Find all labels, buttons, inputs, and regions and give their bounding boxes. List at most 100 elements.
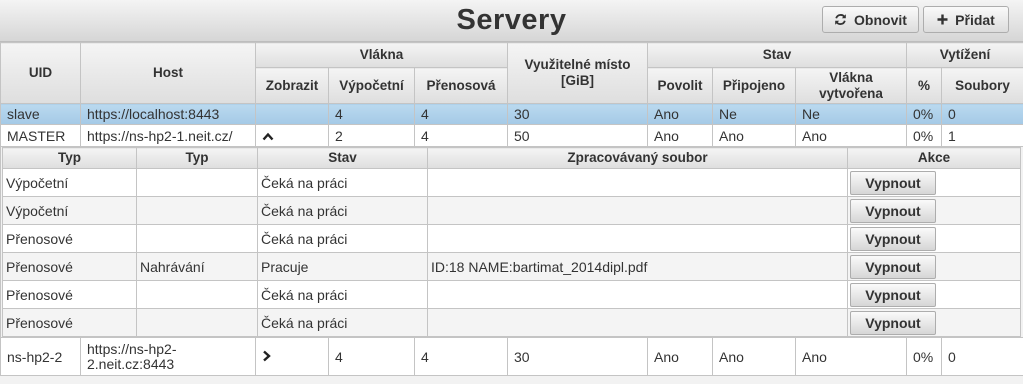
server-connected: Ano bbox=[712, 124, 796, 147]
server-compute: 2 bbox=[328, 124, 415, 147]
thread-file bbox=[427, 280, 848, 309]
title-bar: Servery Obnovit Přidat bbox=[0, 0, 1023, 42]
server-transfer: 4 bbox=[414, 124, 508, 147]
col-uid[interactable]: UID bbox=[0, 42, 81, 104]
thread-row: Přenosové Čeká na práci Vypnout bbox=[2, 224, 1021, 253]
server-allow: Ano bbox=[647, 124, 713, 147]
refresh-button[interactable]: Obnovit bbox=[822, 6, 919, 33]
stop-thread-button[interactable]: Vypnout bbox=[850, 198, 936, 223]
col-thread-state[interactable]: Stav bbox=[257, 147, 428, 169]
thread-state: Pracuje bbox=[257, 252, 428, 281]
col-threads-created[interactable]: Vlákna vytvořena bbox=[795, 67, 907, 104]
server-load-files: 0 bbox=[940, 103, 1023, 125]
server-host: https://ns-hp2-1.neit.cz/ bbox=[80, 124, 256, 147]
col-load-files[interactable]: Soubory bbox=[940, 67, 1023, 104]
col-thread-action[interactable]: Akce bbox=[847, 147, 1021, 169]
server-compute: 4 bbox=[328, 103, 415, 125]
server-load-pct: 0% bbox=[906, 124, 942, 147]
thread-subtype bbox=[136, 224, 258, 253]
thread-state: Čeká na práci bbox=[257, 168, 428, 197]
thread-type: Výpočetní bbox=[2, 196, 137, 225]
thread-type: Přenosové bbox=[2, 252, 137, 281]
thread-action: Vypnout bbox=[847, 252, 1021, 281]
server-load-files: 1 bbox=[940, 124, 1023, 147]
col-group-threads: Vlákna bbox=[255, 42, 508, 68]
server-connected: Ne bbox=[712, 103, 796, 125]
col-compute[interactable]: Výpočetní bbox=[328, 67, 415, 104]
thread-type: Přenosové bbox=[2, 224, 137, 253]
thread-state: Čeká na práci bbox=[257, 196, 428, 225]
server-toggle[interactable] bbox=[255, 124, 329, 147]
thread-file bbox=[427, 168, 848, 197]
col-group-state: Stav bbox=[647, 42, 907, 68]
server-threads-created: Ano bbox=[795, 337, 907, 376]
thread-action: Vypnout bbox=[847, 280, 1021, 309]
server-load-files: 0 bbox=[940, 337, 1023, 376]
server-host: https://ns-hp2-2.neit.cz:8443 bbox=[80, 337, 256, 376]
server-row[interactable]: MASTER https://ns-hp2-1.neit.cz/ 2 4 50 … bbox=[0, 124, 1023, 147]
thread-subtype bbox=[136, 168, 258, 197]
col-group-load: Vytížení bbox=[905, 42, 1023, 68]
thread-row: Přenosové Čeká na práci Vypnout bbox=[2, 308, 1021, 337]
col-connected[interactable]: Připojeno bbox=[712, 67, 796, 104]
thread-type: Přenosové bbox=[2, 280, 137, 309]
server-host: https://localhost:8443 bbox=[80, 103, 256, 125]
threads-detail: Typ Typ Stav Zpracovávaný soubor Akce Vý… bbox=[0, 146, 1023, 338]
server-transfer: 4 bbox=[414, 337, 508, 376]
chevron-right-icon[interactable] bbox=[262, 349, 271, 365]
server-toggle[interactable] bbox=[255, 103, 329, 125]
server-row[interactable]: ns-hp2-2 https://ns-hp2-2.neit.cz:8443 4… bbox=[0, 337, 1023, 376]
server-connected: Ano bbox=[712, 337, 796, 376]
server-toggle[interactable] bbox=[255, 337, 329, 376]
thread-action: Vypnout bbox=[847, 224, 1021, 253]
thread-file bbox=[427, 224, 848, 253]
col-thread-type[interactable]: Typ bbox=[2, 147, 137, 169]
col-thread-subtype[interactable]: Typ bbox=[136, 147, 258, 169]
server-load-pct: 0% bbox=[906, 337, 942, 376]
thread-action: Vypnout bbox=[847, 196, 1021, 225]
col-space[interactable]: Využitelné místo [GiB] bbox=[507, 42, 648, 104]
col-transfer[interactable]: Přenosová bbox=[414, 67, 508, 104]
thread-action: Vypnout bbox=[847, 308, 1021, 337]
thread-type: Výpočetní bbox=[2, 168, 137, 197]
thread-subtype bbox=[136, 308, 258, 337]
server-space: 30 bbox=[507, 103, 648, 125]
server-uid: ns-hp2-2 bbox=[0, 337, 81, 376]
server-uid: MASTER bbox=[0, 124, 81, 147]
stop-thread-button[interactable]: Vypnout bbox=[850, 226, 936, 251]
add-label: Přidat bbox=[955, 11, 995, 28]
thread-state: Čeká na práci bbox=[257, 280, 428, 309]
stop-thread-button[interactable]: Vypnout bbox=[850, 310, 936, 335]
col-host[interactable]: Host bbox=[80, 42, 256, 104]
thread-type: Přenosové bbox=[2, 308, 137, 337]
thread-action: Vypnout bbox=[847, 168, 1021, 197]
threads-table: Typ Typ Stav Zpracovávaný soubor Akce Vý… bbox=[2, 147, 1021, 337]
thread-file: ID:18 NAME:bartimat_2014dipl.pdf bbox=[427, 252, 848, 281]
thread-state: Čeká na práci bbox=[257, 308, 428, 337]
server-allow: Ano bbox=[647, 103, 713, 125]
server-uid: slave bbox=[0, 103, 81, 125]
server-threads-created: Ne bbox=[795, 103, 907, 125]
stop-thread-button[interactable]: Vypnout bbox=[850, 170, 936, 195]
add-server-button[interactable]: Přidat bbox=[923, 6, 1009, 33]
server-space: 30 bbox=[507, 337, 648, 376]
thread-subtype bbox=[136, 280, 258, 309]
col-thread-file[interactable]: Zpracovávaný soubor bbox=[427, 147, 848, 169]
server-allow: Ano bbox=[647, 337, 713, 376]
server-row[interactable]: slave https://localhost:8443 4 4 30 Ano … bbox=[0, 103, 1023, 125]
stop-thread-button[interactable]: Vypnout bbox=[850, 254, 936, 279]
col-show[interactable]: Zobrazit bbox=[255, 67, 329, 104]
refresh-label: Obnovit bbox=[854, 11, 907, 28]
chevron-up-icon[interactable] bbox=[262, 128, 274, 144]
thread-row: Výpočetní Čeká na práci Vypnout bbox=[2, 168, 1021, 197]
col-allow[interactable]: Povolit bbox=[647, 67, 713, 104]
thread-row: Výpočetní Čeká na práci Vypnout bbox=[2, 196, 1021, 225]
server-load-pct: 0% bbox=[906, 103, 942, 125]
thread-subtype bbox=[136, 196, 258, 225]
thread-row: Přenosové Čeká na práci Vypnout bbox=[2, 280, 1021, 309]
thread-subtype: Nahrávání bbox=[136, 252, 258, 281]
server-transfer: 4 bbox=[414, 103, 508, 125]
server-compute: 4 bbox=[328, 337, 415, 376]
stop-thread-button[interactable]: Vypnout bbox=[850, 282, 936, 307]
col-load-pct[interactable]: % bbox=[906, 67, 942, 104]
